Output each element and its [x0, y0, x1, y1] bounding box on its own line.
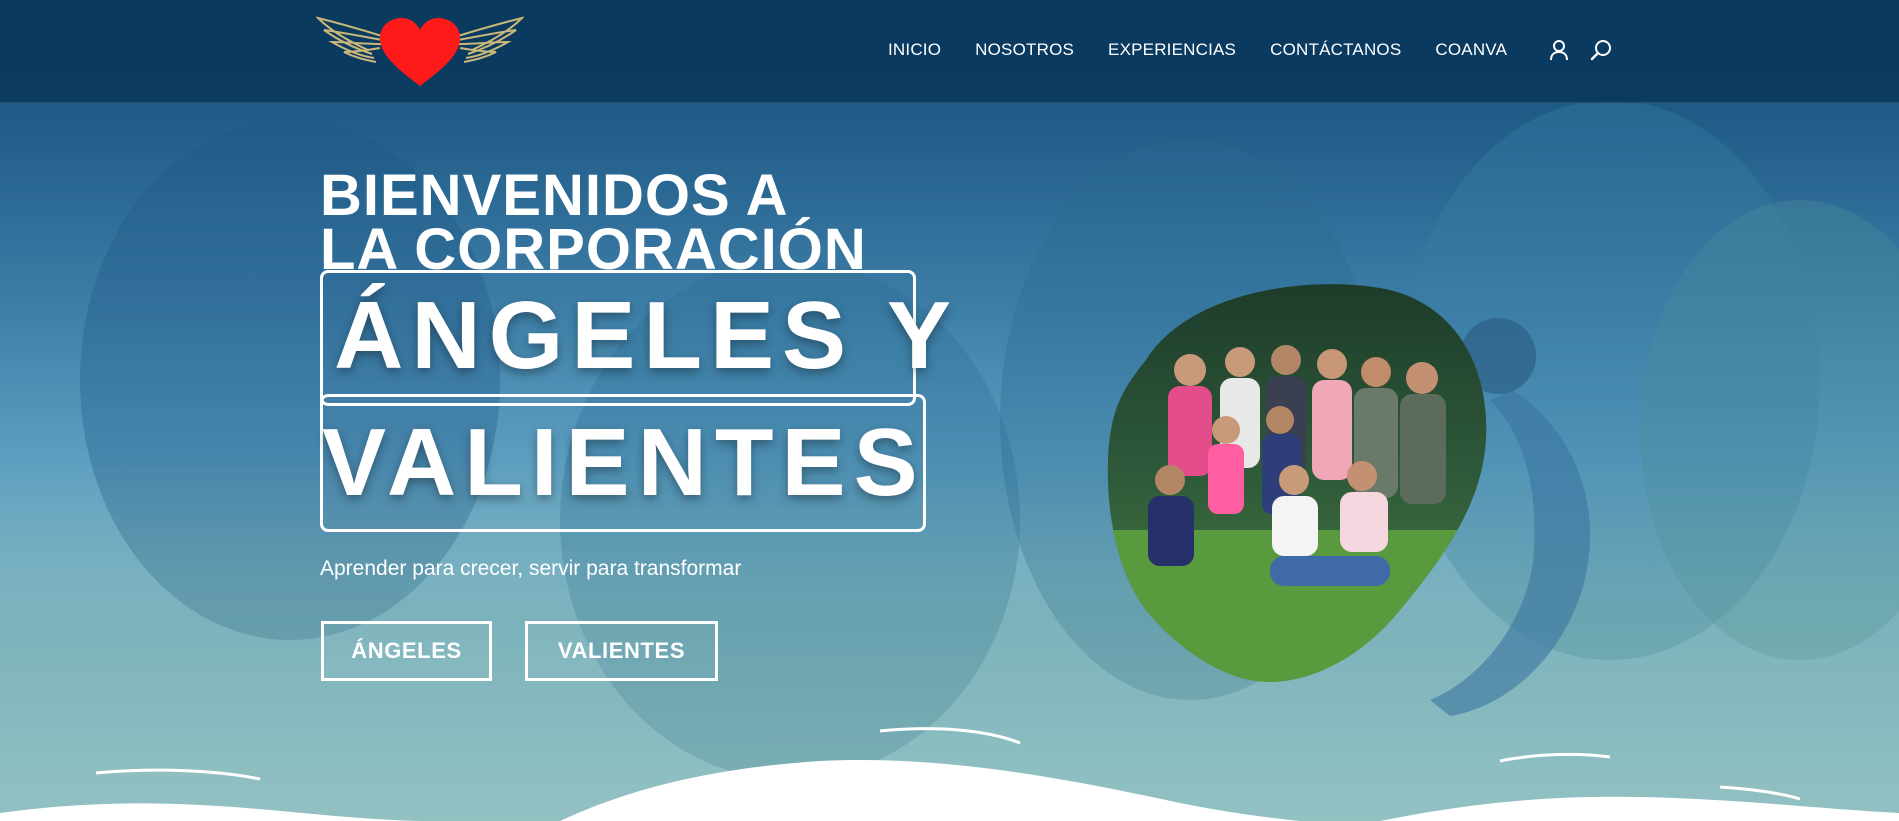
nav-item-contactanos[interactable]: CONTÁCTANOS	[1270, 40, 1401, 60]
hero-title-word-angeles: ÁNGELES Y	[334, 282, 960, 389]
angeles-button[interactable]: ÁNGELES	[321, 621, 492, 681]
nav-item-inicio[interactable]: INICIO	[888, 40, 941, 60]
user-icon[interactable]	[1547, 38, 1571, 62]
site-header: INICIO NOSOTROS EXPERIENCIAS CONTÁCTANOS…	[0, 0, 1899, 103]
nav-item-coanva[interactable]: COANVA	[1435, 40, 1507, 60]
main-nav: INICIO NOSOTROS EXPERIENCIAS CONTÁCTANOS…	[888, 38, 1625, 62]
hero-title-word-valientes: VALIENTES	[322, 409, 926, 516]
bottom-wave-divider	[0, 727, 1899, 821]
nav-item-nosotros[interactable]: NOSOTROS	[975, 40, 1074, 60]
heart-wings-logo-icon	[314, 16, 526, 86]
hero-background-photo	[0, 0, 1899, 821]
site-logo[interactable]	[314, 14, 526, 88]
search-icon[interactable]	[1589, 38, 1613, 62]
nav-item-experiencias[interactable]: EXPERIENCIAS	[1108, 40, 1236, 60]
group-photo	[1050, 280, 1610, 720]
page: INICIO NOSOTROS EXPERIENCIAS CONTÁCTANOS…	[0, 0, 1899, 821]
valientes-button[interactable]: VALIENTES	[525, 621, 718, 681]
hero-tagline: Aprender para crecer, servir para transf…	[320, 557, 742, 580]
hero-heading-line1: BIENVENIDOS A	[320, 163, 789, 228]
